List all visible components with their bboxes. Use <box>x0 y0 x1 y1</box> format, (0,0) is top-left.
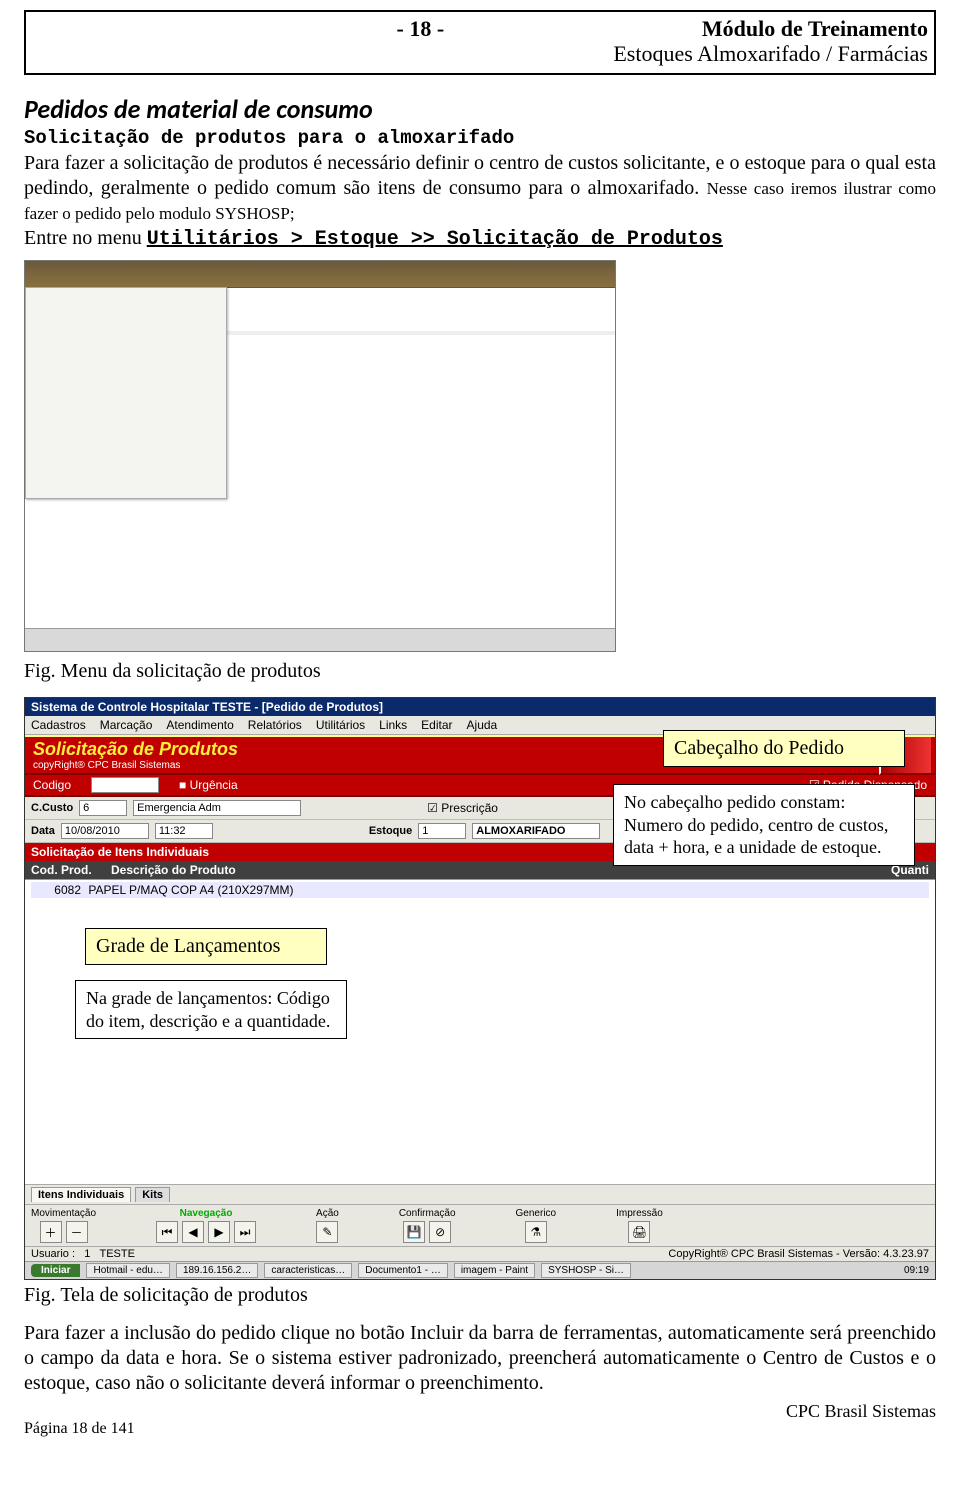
section-title: Pedidos de material de consumo <box>24 93 936 125</box>
callout-grade: Grade de Lançamentos <box>85 928 327 965</box>
page: - 18 - Módulo de Treinamento Estoques Al… <box>0 0 960 1450</box>
task-item-3[interactable]: caracteristicas… <box>264 1263 352 1278</box>
form-title: Solicitação de Produtos <box>33 739 238 759</box>
estoque-label: Estoque <box>369 825 412 837</box>
menu-cadastros[interactable]: Cadastros <box>31 718 86 732</box>
app-window: Sistema de Controle Hospitalar TESTE - [… <box>24 697 936 1280</box>
menu-utilitarios[interactable]: Utilitários <box>316 718 365 732</box>
data-label: Data <box>31 825 55 837</box>
footer-right: CPC Brasil Sistemas <box>786 1401 936 1422</box>
window-titlebar: Sistema de Controle Hospitalar TESTE - [… <box>25 698 935 716</box>
figure1-caption: Fig. Menu da solicitação de produtos <box>24 660 936 683</box>
generic-icon[interactable]: ⚗ <box>525 1221 547 1243</box>
menu-links[interactable]: Links <box>379 718 407 732</box>
bottom-paragraph: Para fazer a inclusão do pedido clique n… <box>24 1321 936 1396</box>
screenshot-toolbar <box>25 261 615 288</box>
menu-line-prefix: Entre no menu <box>24 227 147 249</box>
codigo-label: Codigo <box>33 778 71 792</box>
data-input[interactable]: 10/08/2010 <box>61 823 149 839</box>
task-item-2[interactable]: 189.16.156.2… <box>176 1263 258 1278</box>
toolbar-imp-label: Impressão <box>616 1208 663 1219</box>
figure2-caption: Fig. Tela de solicitação de produtos <box>24 1284 936 1307</box>
toolbar-movimentacao: Movimentação ＋ － <box>31 1208 96 1243</box>
page-number: - 18 - <box>32 16 474 41</box>
section-paragraph-1: Para fazer a solicitação de produtos é n… <box>24 151 936 226</box>
tab-kits[interactable]: Kits <box>135 1187 170 1202</box>
last-icon[interactable]: ⏭ <box>234 1221 256 1243</box>
windows-taskbar: Iniciar Hotmail - edu… 189.16.156.2… car… <box>25 1261 935 1279</box>
figure-menu-screenshot <box>24 260 616 652</box>
prev-icon[interactable]: ◀ <box>182 1221 204 1243</box>
add-icon[interactable]: ＋ <box>40 1221 62 1243</box>
cancel-icon[interactable]: ⊘ <box>429 1221 451 1243</box>
col-cod: Cod. Prod. <box>31 863 101 877</box>
toolbar-impressao: Impressão 🖨 <box>616 1208 663 1243</box>
menu-ajuda[interactable]: Ajuda <box>467 718 498 732</box>
delete-icon[interactable]: － <box>66 1221 88 1243</box>
toolbar-acao-label: Ação <box>316 1208 339 1219</box>
section-subheading: Solicitação de produtos para o almoxarif… <box>24 127 936 149</box>
menu-marcacao[interactable]: Marcação <box>100 718 153 732</box>
ccusto-input[interactable]: 6 <box>79 800 127 816</box>
row-cod: 6082 <box>33 883 85 897</box>
edit-icon[interactable]: ✎ <box>316 1221 338 1243</box>
menu-relatorios[interactable]: Relatórios <box>248 718 302 732</box>
menu-editar[interactable]: Editar <box>421 718 452 732</box>
menu-path: Utilitários > Estoque >> Solicitação de … <box>147 228 723 251</box>
next-icon[interactable]: ▶ <box>208 1221 230 1243</box>
usuario-num: 1 <box>84 1248 90 1260</box>
table-row[interactable]: 6082 PAPEL P/MAQ COP A4 (210X297MM) <box>31 882 929 898</box>
prescricao-checkbox[interactable]: Prescrição <box>441 801 498 815</box>
task-item-4[interactable]: Documento1 - … <box>358 1263 448 1278</box>
estoque-input[interactable]: 1 <box>418 823 466 839</box>
urgencia-checkbox[interactable]: Urgência <box>190 778 238 792</box>
toolbar-confirmacao: Confirmação 💾 ⊘ <box>399 1208 456 1243</box>
module-subtitle: Estoques Almoxarifado / Farmácias <box>32 41 928 67</box>
toolbar-mov-label: Movimentação <box>31 1208 96 1219</box>
usuario-label: Usuario : <box>31 1248 75 1260</box>
footer-left: Página 18 de 141 <box>24 1420 135 1438</box>
tab-itens-individuais[interactable]: Itens Individuais <box>31 1187 131 1202</box>
app-copyright: CopyRight® CPC Brasil Sistemas - Versão:… <box>668 1248 929 1260</box>
ccusto-label: C.Custo <box>31 802 73 814</box>
save-icon[interactable]: 💾 <box>403 1221 425 1243</box>
status-bar: Usuario : 1 TESTE CopyRight® CPC Brasil … <box>25 1246 935 1261</box>
task-item-6[interactable]: SYSHOSP - Si… <box>541 1263 631 1278</box>
toolbar-gen-label: Generico <box>516 1208 557 1219</box>
module-title: Módulo de Treinamento <box>474 16 928 41</box>
toolbar-nav-label: Navegação <box>180 1208 233 1219</box>
row-desc: PAPEL P/MAQ COP A4 (210X297MM) <box>88 883 293 897</box>
taskbar-clock: 09:19 <box>904 1265 929 1276</box>
screenshot-taskbar <box>25 628 615 651</box>
screenshot-menu-panel <box>25 287 227 499</box>
print-icon[interactable]: 🖨 <box>628 1221 650 1243</box>
codigo-input[interactable]: 3093 <box>91 777 159 793</box>
toolbar-generico: Generico ⚗ <box>516 1208 557 1243</box>
callout-grade-explain: Na grade de lançamentos: Código do item,… <box>75 980 347 1039</box>
callout-cabecalho: Cabeçalho do Pedido <box>663 730 905 767</box>
toolbar-conf-label: Confirmação <box>399 1208 456 1219</box>
page-header-box: - 18 - Módulo de Treinamento Estoques Al… <box>24 10 936 75</box>
menu-atendimento[interactable]: Atendimento <box>166 718 233 732</box>
bottom-tabs: Itens Individuais Kits <box>25 1184 935 1204</box>
usuario-name: TESTE <box>100 1248 135 1260</box>
task-item-5[interactable]: imagem - Paint <box>454 1263 535 1278</box>
task-item-1[interactable]: Hotmail - edu… <box>86 1263 169 1278</box>
estoque-desc[interactable]: ALMOXARIFADO <box>472 823 600 839</box>
callout-cabecalho-explain: No cabeçalho pedido constam: Numero do p… <box>613 784 915 866</box>
menu-path-line: Entre no menu Utilitários > Estoque >> S… <box>24 226 936 252</box>
toolbar: Movimentação ＋ － Navegação ⏮ ◀ ▶ ⏭ Ação … <box>25 1204 935 1246</box>
toolbar-navegacao: Navegação ⏮ ◀ ▶ ⏭ <box>156 1208 256 1243</box>
hora-input[interactable]: 11:32 <box>155 823 213 839</box>
toolbar-acao: Ação ✎ <box>316 1208 339 1243</box>
first-icon[interactable]: ⏮ <box>156 1221 178 1243</box>
start-button[interactable]: Iniciar <box>31 1264 80 1277</box>
ccusto-desc[interactable]: Emergencia Adm <box>133 800 301 816</box>
